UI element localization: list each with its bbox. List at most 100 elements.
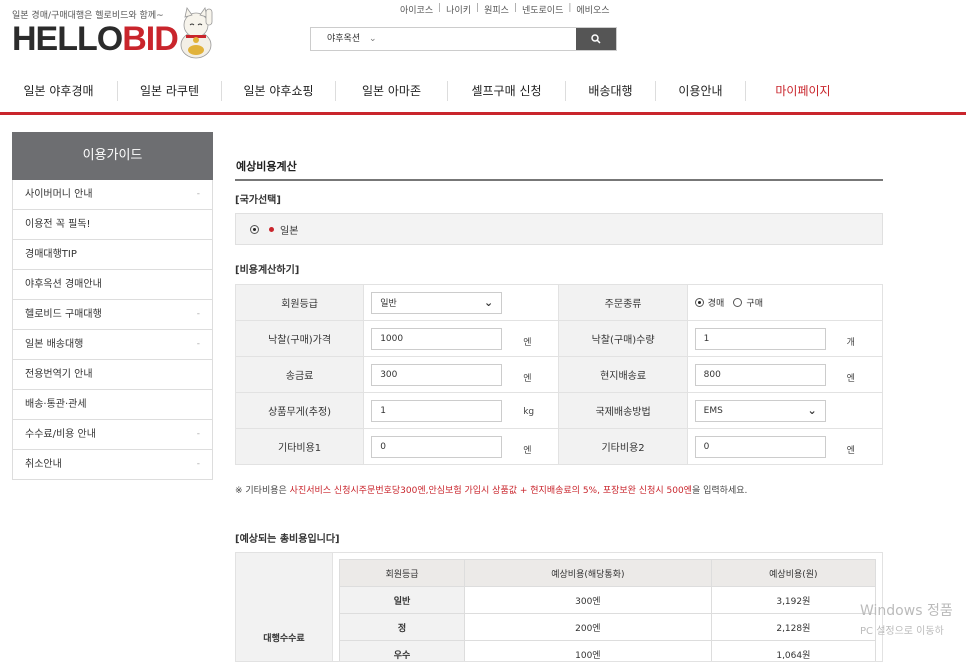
order-type-auction[interactable]: 경매 xyxy=(695,296,725,309)
price-label: 낙찰(구매)가격 xyxy=(236,321,364,357)
sidebar-item-fees[interactable]: 수수료/비용 안내- xyxy=(12,420,213,450)
nav-guide[interactable]: 이용안내 xyxy=(656,81,746,101)
logo-bid: BID xyxy=(122,20,178,58)
price-unit: 엔 xyxy=(523,335,531,348)
agency-fee-label: 대행수수료 xyxy=(236,553,333,661)
qty-input[interactable]: 1 xyxy=(695,328,826,350)
table-row: 회원등급 예상비용(해당통화) 예상비용(원) xyxy=(340,560,876,587)
lucky-cat-icon xyxy=(176,5,216,59)
sidebar-item-cybermoney[interactable]: 사이버머니 안내- xyxy=(12,180,213,210)
calc-section-label: [비용계산하기] xyxy=(235,261,883,275)
weight-label: 상품무게(추정) xyxy=(236,393,364,429)
dash-icon: - xyxy=(197,180,200,209)
weight-input[interactable]: 1 xyxy=(371,400,502,422)
sidebar-item-yahoo-auction-guide[interactable]: 야후옥션 경매안내 xyxy=(12,270,213,300)
nav-shipping-agent[interactable]: 배송대행 xyxy=(566,81,656,101)
top-link-nike[interactable]: 나이키 xyxy=(446,3,471,16)
etc2-label: 기타비용2 xyxy=(559,429,687,465)
sidebar-title: 이용가이드 xyxy=(12,132,213,180)
sidebar-item-cancel[interactable]: 취소안내- xyxy=(12,450,213,480)
search-button[interactable] xyxy=(576,28,616,50)
fee-cell: 200엔 xyxy=(465,614,712,641)
weight-unit: kg xyxy=(523,407,534,417)
header: 일본 경매/구매대행은 헬로비드와 함께~ HELLOBID 아이코스| 나이키… xyxy=(0,0,966,115)
chevron-down-icon: ⌄ xyxy=(484,296,493,309)
fee-header-won: 예상비용(원) xyxy=(711,560,875,587)
fee-cell: 1,064원 xyxy=(711,641,875,662)
fee-cell: 일반 xyxy=(340,587,465,614)
nav-amazon[interactable]: 일본 아마존 xyxy=(336,81,448,101)
etc1-unit: 엔 xyxy=(523,443,531,456)
intl-method-label: 국제배송방법 xyxy=(559,393,687,429)
table-row: 일반 300엔 3,192원 xyxy=(340,587,876,614)
remit-fee-input[interactable]: 300 xyxy=(371,364,502,386)
fee-header-currency: 예상비용(해당통화) xyxy=(465,560,712,587)
search-icon xyxy=(591,34,601,44)
sidebar-item-translator[interactable]: 전용번역기 안내 xyxy=(12,360,213,390)
price-input[interactable]: 1000 xyxy=(371,328,502,350)
local-shipping-label: 현지배송료 xyxy=(559,357,687,393)
logo-hello: HELLO xyxy=(12,20,122,58)
logo[interactable]: HELLOBID xyxy=(12,20,178,59)
order-type-label: 주문종류 xyxy=(559,285,687,321)
etc1-label: 기타비용1 xyxy=(236,429,364,465)
intl-method-select[interactable]: EMS⌄ xyxy=(695,400,826,422)
top-link-iqos[interactable]: 아이코스 xyxy=(400,3,433,16)
top-link-ebios[interactable]: 에비오스 xyxy=(576,3,609,16)
dash-icon: - xyxy=(197,420,200,449)
calc-table: 회원등급 일반⌄ 주문종류 경매 구매 낙찰(구매)가격 1000 엔 낙찰(구매… xyxy=(235,284,883,465)
dash-icon: - xyxy=(197,450,200,479)
windows-activation-watermark: Windows 정품 PC 설정으로 이동하 xyxy=(860,600,953,637)
watermark-line1: Windows 정품 xyxy=(860,603,953,619)
local-shipping-input[interactable]: 800 xyxy=(695,364,826,386)
order-type-purchase[interactable]: 구매 xyxy=(733,296,763,309)
member-grade-label: 회원등급 xyxy=(236,285,364,321)
search-site-select[interactable]: 야후옥션 ⌄ xyxy=(311,28,576,50)
fee-cell: 100엔 xyxy=(465,641,712,662)
sidebar-item-customs[interactable]: 배송·통관·관세 xyxy=(12,390,213,420)
etc-cost-note-highlight: 사진서비스 신청시주문번호당300엔,안심보험 가입시 상품값 + 현지배송료의… xyxy=(290,486,692,496)
etc1-input[interactable]: 0 xyxy=(371,436,502,458)
nav-yahoo-shopping[interactable]: 일본 야후쇼핑 xyxy=(222,81,336,101)
etc2-unit: 엔 xyxy=(847,443,855,456)
country-select-box: 일본 xyxy=(235,213,883,245)
country-radio-japan[interactable] xyxy=(250,225,259,234)
dash-icon: - xyxy=(197,330,200,359)
qty-label: 낙찰(구매)수량 xyxy=(559,321,687,357)
top-link-nendoroid[interactable]: 넨도로이드 xyxy=(522,3,563,16)
fee-table: 회원등급 예상비용(해당통화) 예상비용(원) 일반 300엔 3,192원 정… xyxy=(339,559,876,662)
chevron-down-icon: ⌄ xyxy=(807,404,816,417)
sidebar-item-auction-tip[interactable]: 경매대행TIP xyxy=(12,240,213,270)
fee-header-grade: 회원등급 xyxy=(340,560,465,587)
sidebar-item-must-read[interactable]: 이용전 꼭 필독! xyxy=(12,210,213,240)
member-grade-select[interactable]: 일반⌄ xyxy=(371,292,502,314)
table-row: 정 200엔 2,128원 xyxy=(340,614,876,641)
nav-self-purchase[interactable]: 셀프구매 신청 xyxy=(448,81,566,101)
remit-unit: 엔 xyxy=(523,371,531,384)
japan-flag-icon xyxy=(269,227,274,232)
etc2-input[interactable]: 0 xyxy=(695,436,826,458)
top-link-onepiece[interactable]: 원피스 xyxy=(484,3,509,16)
sidebar-item-japan-shipping[interactable]: 일본 배송대행- xyxy=(12,330,213,360)
main-nav: 일본 야후경매 일본 라쿠텐 일본 야후쇼핑 일본 아마존 셀프구매 신청 배송… xyxy=(0,72,966,110)
main-content: 예상비용계산 [국가선택] 일본 [비용계산하기] 회원등급 일반⌄ 주문종류 … xyxy=(235,150,883,662)
nav-yahoo-auction[interactable]: 일본 야후경매 xyxy=(0,81,118,101)
nav-rakuten[interactable]: 일본 라쿠텐 xyxy=(118,81,222,101)
remit-fee-label: 송금료 xyxy=(236,357,364,393)
total-section-label: [예상되는 총비용입니다] xyxy=(235,530,883,544)
fee-cell: 2,128원 xyxy=(711,614,875,641)
watermark-line2: PC 설정으로 이동하 xyxy=(860,622,953,637)
sidebar-item-purchase-agent[interactable]: 헬로비드 구매대행- xyxy=(12,300,213,330)
table-row: 우수 100엔 1,064원 xyxy=(340,641,876,662)
dash-icon: - xyxy=(197,300,200,329)
country-section-label: [국가선택] xyxy=(235,191,883,205)
page-title: 예상비용계산 xyxy=(235,150,883,181)
local-shipping-unit: 엔 xyxy=(847,371,855,384)
top-links: 아이코스| 나이키| 원피스| 넨도로이드| 에비오스 xyxy=(400,3,610,16)
total-box: 대행수수료 회원등급 예상비용(해당통화) 예상비용(원) 일반 300엔 3,… xyxy=(235,552,883,662)
fee-cell: 3,192원 xyxy=(711,587,875,614)
fee-cell: 정 xyxy=(340,614,465,641)
etc-cost-note: ※ 기타비용은 사진서비스 신청시주문번호당300엔,안심보험 가입시 상품값 … xyxy=(235,483,883,496)
sidebar: 이용가이드 사이버머니 안내- 이용전 꼭 필독! 경매대행TIP 야후옥션 경… xyxy=(12,132,213,480)
nav-mypage[interactable]: 마이페이지 xyxy=(746,81,860,101)
